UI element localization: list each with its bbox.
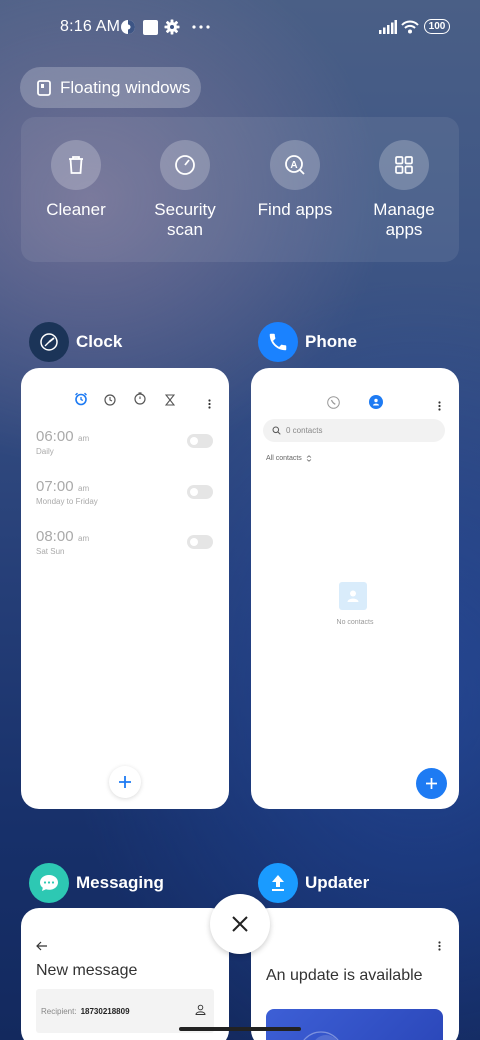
alarm-repeat: Sat Sun (36, 547, 65, 556)
alarm-ampm: am (78, 534, 90, 543)
update-available-title: An update is available (266, 967, 423, 984)
clear-all-button[interactable] (210, 894, 270, 954)
alarm-time: 08:00 (36, 528, 74, 545)
more-dots-icon (192, 18, 210, 36)
floating-windows-label: Floating windows (60, 77, 191, 97)
alarm-ampm: am (78, 434, 90, 443)
status-time: 8:16 AM (60, 18, 121, 35)
alarm-repeat: Monday to Friday (36, 497, 98, 506)
alarm-item[interactable]: 08:00 am Sat Sun (36, 528, 89, 556)
alarm-repeat: Daily (36, 447, 54, 456)
clock-app-card[interactable]: 06:00 am Daily 07:00 am Monday to Friday… (21, 368, 229, 809)
clock-more-icon[interactable] (208, 396, 211, 414)
messaging-app-header[interactable]: Messaging (29, 863, 164, 903)
sort-arrows-icon (306, 455, 312, 462)
messaging-app-name: Messaging (76, 873, 164, 892)
floating-window-icon (36, 79, 52, 96)
alarm-time: 07:00 (36, 478, 74, 495)
status-bar: 8:16 AM 100 (0, 0, 480, 56)
updater-more-icon[interactable] (438, 938, 441, 956)
security-scan-icon (160, 140, 210, 190)
svg-text:A: A (290, 160, 297, 171)
contacts-tab-icon (369, 395, 383, 409)
clock-app-header[interactable]: Clock (29, 322, 122, 362)
signal-icon (379, 18, 397, 36)
phone-more-icon[interactable] (438, 398, 441, 416)
back-arrow-icon[interactable] (36, 938, 48, 956)
empty-contacts-icon (339, 582, 367, 610)
alarm-toggle[interactable] (187, 434, 213, 448)
alarm-time: 06:00 (36, 428, 74, 445)
square-notification-icon (143, 18, 158, 36)
no-contacts-text: No contacts (336, 619, 374, 626)
alarm-ampm: am (78, 484, 90, 493)
phone-app-name: Phone (305, 332, 357, 351)
alarm-item[interactable]: 06:00 am Daily (36, 428, 89, 456)
new-message-title: New message (36, 962, 138, 979)
search-placeholder: 0 contacts (286, 426, 323, 435)
phone-app-card[interactable]: 0 contacts All contacts No contacts (251, 368, 459, 809)
add-alarm-button[interactable] (109, 766, 141, 798)
updater-app-header[interactable]: Updater (258, 863, 369, 903)
filter-label: All contacts (266, 455, 302, 462)
alarm-toggle[interactable] (187, 485, 213, 499)
stopwatch-tab-icon (134, 392, 146, 410)
gear-icon (164, 18, 180, 36)
add-contact-button[interactable] (416, 768, 447, 799)
grid-icon (379, 140, 429, 190)
plus-icon (426, 778, 437, 789)
floating-windows-button[interactable]: Floating windows (20, 67, 201, 108)
recents-screen: { "status_bar":{"time":"8:16 AM","batter… (0, 0, 480, 1040)
messaging-app-card[interactable]: New message Recipient: 18730218809 (21, 908, 229, 1040)
clock-app-icon (29, 322, 69, 362)
phone-app-header[interactable]: Phone (258, 322, 357, 362)
cleaner-label: Cleaner (46, 200, 106, 219)
update-banner-image (266, 1009, 443, 1040)
trash-icon (51, 140, 101, 190)
timer-tab-icon (164, 393, 176, 411)
alarm-tab-icon (74, 392, 88, 411)
security-scan-label: Security scan (154, 200, 216, 239)
updater-app-icon (258, 863, 298, 903)
contact-picker-icon[interactable] (195, 1002, 206, 1020)
contacts-search-input[interactable]: 0 contacts (263, 419, 445, 442)
contacts-filter-dropdown[interactable]: All contacts (266, 455, 312, 462)
recipient-label: Recipient: (41, 1006, 77, 1016)
alarm-item[interactable]: 07:00 am Monday to Friday (36, 478, 98, 506)
manage-apps-button[interactable]: Manage apps (349, 140, 459, 240)
battery-indicator: 100 (424, 19, 450, 34)
find-apps-label: Find apps (257, 200, 333, 219)
vpn-icon (120, 18, 136, 36)
plus-icon (119, 776, 131, 788)
find-apps-button[interactable]: A Find apps (240, 140, 350, 220)
close-icon (232, 916, 248, 932)
world-clock-tab-icon (104, 393, 116, 411)
wifi-icon (401, 18, 419, 36)
recipient-value: 18730218809 (80, 1006, 130, 1016)
search-icon (272, 426, 281, 435)
cleaner-button[interactable]: Cleaner (21, 140, 131, 220)
recents-tab-icon (327, 396, 340, 414)
updater-app-card[interactable]: An update is available (251, 908, 459, 1040)
manage-apps-label: Manage apps (373, 200, 435, 239)
clock-app-name: Clock (76, 332, 123, 351)
alarm-toggle[interactable] (187, 535, 213, 549)
messaging-app-icon (29, 863, 69, 903)
phone-app-icon (258, 322, 298, 362)
find-apps-icon: A (270, 140, 320, 190)
home-indicator[interactable] (179, 1027, 301, 1031)
updater-app-name: Updater (305, 873, 370, 892)
security-scan-button[interactable]: Security scan (130, 140, 240, 240)
